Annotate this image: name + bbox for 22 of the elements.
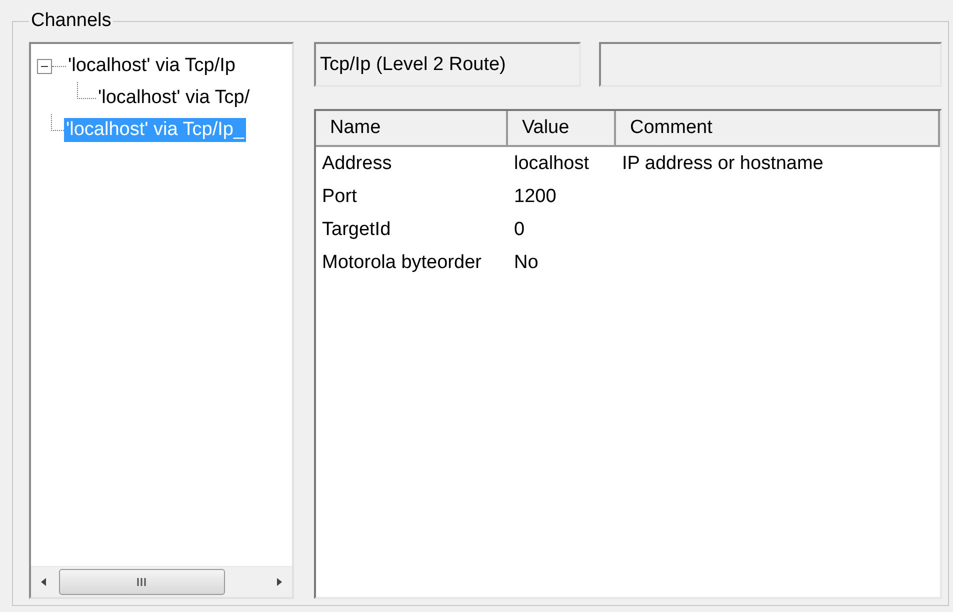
scroll-thumb[interactable] [59,569,225,595]
table-cell-text: Motorola byteorder [321,252,482,274]
table-cell-text: Address [321,152,393,174]
table-cell-text: IP address or hostname [621,152,824,174]
table-cell-text: Port [321,186,358,208]
tree-panel[interactable]: 'localhost' via Tcp/Ip 'localhost' via Tcp/ 'localhost' via Tcp/Ip_ [29,42,294,599]
tree-item[interactable]: 'localhost' via Tcp/Ip [66,54,238,78]
text-field[interactable]: Tcp/Ip (Level 2 Route) [314,42,581,87]
grip-icon [137,577,147,587]
horizontal-scrollbar[interactable] [31,566,292,597]
column-header[interactable]: Value [508,111,616,145]
group-title: Channels [30,10,112,32]
collapse-icon[interactable] [37,58,52,74]
table-cell-text: localhost [513,152,590,174]
table-cell-text: TargetId [321,218,392,240]
table-cell-text: 1200 [513,186,558,208]
column-header[interactable]: Comment [616,111,940,145]
text-field[interactable] [599,42,942,87]
table-cell-text: 0 [513,218,526,240]
tree-item[interactable]: 'localhost' via Tcp/ [96,86,252,110]
column-header[interactable]: Name [316,111,508,145]
table-cell-text: No [513,252,540,274]
